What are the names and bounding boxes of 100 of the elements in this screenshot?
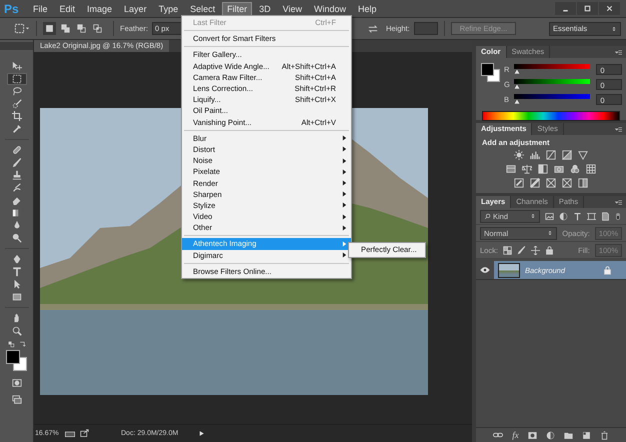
threshold-icon[interactable] (546, 178, 556, 188)
panel-menu-icon[interactable] (614, 126, 623, 132)
updown-caret-icon (611, 26, 617, 32)
grid-icon[interactable] (586, 164, 596, 174)
quick-selection-icon (12, 98, 22, 109)
swap-colors-icon[interactable] (18, 341, 26, 348)
panel-menu-icon[interactable] (614, 48, 623, 56)
color-swatches-icon[interactable] (6, 350, 27, 371)
gradient-map-icon[interactable] (562, 178, 572, 188)
checker-icon[interactable] (502, 246, 512, 254)
menu-title[interactable]: Type (154, 2, 184, 16)
menu-title[interactable]: View (278, 2, 307, 16)
lock-icon[interactable] (544, 246, 554, 254)
minimize-button[interactable] (555, 2, 576, 15)
mask-icon[interactable] (528, 430, 537, 440)
menu-title[interactable]: Filter (222, 2, 252, 16)
camera-icon[interactable] (554, 164, 564, 174)
triangle-icon[interactable] (198, 430, 206, 437)
circles-icon[interactable] (570, 164, 580, 174)
selective-color-icon[interactable] (578, 178, 588, 188)
type-icon[interactable] (573, 212, 582, 220)
add-selection-button[interactable] (59, 22, 72, 35)
zoom-icon (12, 326, 22, 336)
swap-arrows-icon (368, 24, 378, 34)
toggle-icon[interactable] (615, 210, 621, 222)
page-icon[interactable] (601, 212, 610, 220)
sun-icon[interactable] (514, 150, 524, 160)
trash-icon[interactable] (600, 430, 609, 440)
new-selection-icon (45, 24, 54, 33)
maximize-button[interactable] (577, 2, 598, 15)
close-button[interactable] (599, 2, 620, 15)
image-icon[interactable] (545, 212, 554, 220)
height-field[interactable] (414, 22, 438, 35)
half-circle-icon[interactable] (546, 430, 555, 440)
subtract-selection-icon (77, 24, 86, 33)
menu-title[interactable]: Window (308, 2, 351, 16)
menu-title[interactable]: Edit (54, 2, 80, 16)
brush-icon[interactable] (516, 246, 526, 254)
slider-thumb[interactable] (514, 69, 520, 74)
exposure-icon[interactable] (562, 150, 572, 160)
posterize-icon[interactable] (530, 178, 540, 188)
new-selection-button[interactable] (43, 22, 56, 35)
pen-icon (12, 254, 22, 264)
frame-icon[interactable] (587, 212, 596, 220)
stamp-icon (12, 170, 22, 180)
marquee-tool[interactable] (6, 72, 26, 85)
toolbar-header (0, 42, 33, 50)
drop-icon (12, 220, 22, 230)
subtract-selection-button[interactable] (75, 22, 88, 35)
half-square-icon[interactable] (538, 164, 548, 174)
maximize-icon (583, 4, 592, 13)
search-icon (484, 212, 491, 220)
app-logo: Ps (4, 2, 20, 16)
type-tool-icon (12, 266, 22, 277)
bandage-icon (12, 145, 22, 156)
history-brush-icon (12, 182, 22, 193)
marquee-icon[interactable] (14, 23, 25, 34)
close-icon (605, 4, 614, 13)
folder-icon[interactable] (564, 430, 573, 440)
menu-title[interactable]: Help (352, 2, 382, 16)
hue-saturation-icon[interactable] (506, 164, 516, 174)
add-selection-icon (61, 24, 70, 33)
dodge-tool-icon (12, 232, 22, 243)
export-icon[interactable] (80, 429, 89, 438)
marquee-icon (12, 74, 22, 84)
lasso-icon (12, 86, 22, 96)
new-layer-icon[interactable] (582, 430, 591, 440)
intersect-selection-icon (93, 24, 102, 33)
brush-icon (12, 158, 22, 168)
menu-title[interactable]: Image (82, 2, 118, 16)
default-colors-icon[interactable] (8, 341, 14, 348)
menu-title[interactable]: File (28, 2, 53, 16)
screen-mode-icon (12, 394, 22, 405)
slider-thumb[interactable] (514, 99, 520, 104)
panel-menu-icon[interactable] (614, 198, 623, 206)
invert-icon[interactable] (514, 178, 524, 188)
eye-icon[interactable] (480, 265, 490, 275)
balance-scale-icon[interactable] (522, 164, 532, 174)
move-arrows-icon[interactable] (530, 246, 540, 254)
link-icon[interactable] (493, 430, 504, 440)
color-swatches-icon[interactable] (481, 63, 500, 82)
menu-title[interactable]: Select (185, 2, 220, 16)
slider-thumb[interactable] (514, 84, 520, 89)
hand-icon (12, 313, 22, 324)
layer-thumbnail (498, 262, 520, 278)
menu-title[interactable]: Layer (119, 2, 152, 16)
crop-icon (12, 111, 22, 122)
curves-icon[interactable] (546, 150, 556, 160)
updown-caret-icon (530, 213, 536, 219)
eraser-icon (12, 195, 22, 206)
intersect-selection-button[interactable] (91, 22, 104, 35)
box-icon[interactable] (63, 430, 77, 438)
triangle-icon[interactable] (578, 150, 588, 160)
menu-title[interactable]: 3D (254, 2, 276, 16)
fx-button[interactable]: fx (512, 430, 519, 440)
half-circle-icon[interactable] (559, 212, 568, 220)
pointer-icon (12, 279, 22, 290)
caret-icon[interactable] (25, 26, 30, 31)
histogram-icon[interactable] (530, 150, 540, 160)
color-spectrum[interactable] (482, 111, 620, 121)
